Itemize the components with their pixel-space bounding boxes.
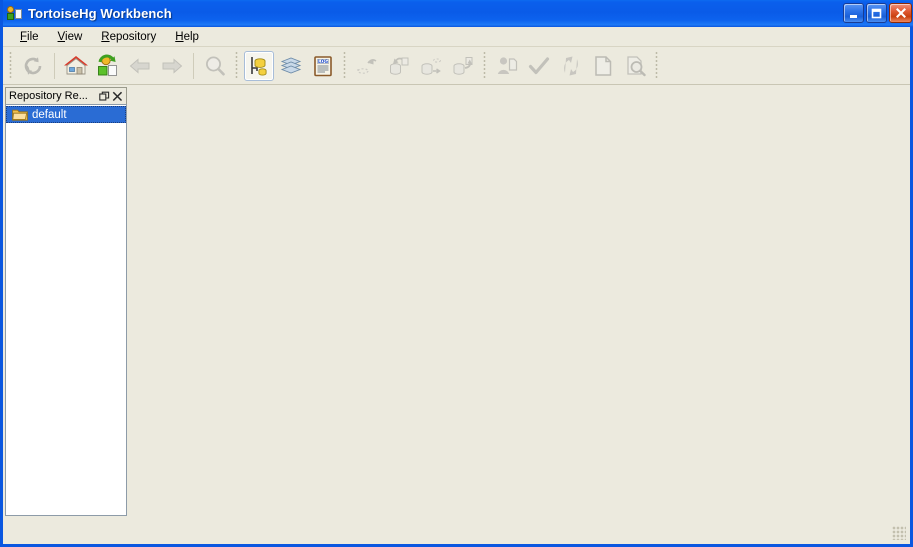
close-panel-button[interactable] [111,90,124,103]
refresh-button[interactable] [18,51,48,81]
close-icon [895,8,906,18]
arrow-left-icon [129,57,150,74]
toolbar-grip-synchronize[interactable] [341,51,349,80]
push-icon [453,56,473,75]
tool-bar: LOG [3,47,910,85]
push-button[interactable] [448,51,478,81]
forward-button[interactable] [157,51,187,81]
search-button[interactable] [620,51,650,81]
repository-registry-panel: Repository Re... default [5,87,127,516]
show-output-log-button[interactable]: LOG [308,51,338,81]
workspace-area [127,87,910,516]
clone-repository-button[interactable] [93,51,123,81]
output-log-icon: LOG [314,55,332,76]
toolbar-grip-navigation[interactable] [7,51,15,80]
commit-user-icon [497,56,518,74]
pull-icon [390,57,409,75]
check-icon [528,56,550,74]
maximize-button[interactable] [866,3,887,23]
verify-button[interactable] [524,51,554,81]
show-graph-button[interactable] [244,50,274,81]
back-button[interactable] [125,51,155,81]
float-icon [99,91,110,101]
application-window: TortoiseHg Workbench File View Repositor… [0,0,913,547]
home-icon [64,55,88,74]
magnifier-icon [206,56,225,75]
close-icon [112,91,123,101]
search-file-icon [627,55,646,76]
clone-repository-icon [98,54,117,76]
status-bar [6,523,907,541]
menu-help[interactable]: Help [166,28,209,46]
filelist-icon [280,57,302,73]
pull-button[interactable] [384,51,414,81]
menu-accel: V [57,30,66,43]
tree-item-default[interactable]: default [6,106,126,123]
menu-accel: R [101,30,110,43]
update-arrows-icon [564,56,578,75]
outgoing-icon [421,57,442,75]
toolbar-grip-repository-actions[interactable] [481,51,489,80]
repository-registry-title-bar: Repository Re... [5,87,127,104]
svg-text:LOG: LOG [318,59,328,65]
menu-label-rest: elp [183,30,199,43]
update-button[interactable] [556,51,586,81]
repository-registry-title: Repository Re... [9,89,88,102]
arrow-right-icon [162,57,183,74]
menu-file[interactable]: File [11,28,49,46]
title-bar: TortoiseHg Workbench [3,0,913,27]
folder-icon [12,108,28,121]
refresh-icon [24,56,42,75]
shelve-button[interactable] [588,51,618,81]
home-button[interactable] [61,51,91,81]
filter-button[interactable] [200,51,230,81]
revision-graph-icon [251,56,267,76]
menu-label-rest: epository [109,30,157,43]
incoming-button[interactable] [352,51,382,81]
toolbar-separator-1 [54,52,55,79]
tortoisehg-icon [7,6,23,22]
tree-item-label: default [32,108,67,121]
commit-button[interactable] [492,51,522,81]
float-button[interactable] [98,90,111,103]
incoming-icon [357,58,377,74]
menu-repository[interactable]: Repository [92,28,166,46]
caption-buttons [843,3,912,23]
toolbar-separator-2 [193,52,194,79]
menu-view[interactable]: View [49,28,93,46]
minimize-icon [850,14,857,18]
menu-accel: F [20,30,28,43]
menu-label-rest: ile [27,30,39,43]
toolbar-grip-view-panes[interactable] [233,51,241,80]
minimize-button[interactable] [843,3,864,23]
menu-accel: H [175,30,184,43]
toolbar-grip-end[interactable] [653,51,661,80]
main-content: Repository Re... default [3,85,910,518]
show-filelist-button[interactable] [276,51,306,81]
maximize-icon [871,8,882,18]
menu-bar: File View Repository Help [3,27,910,47]
document-icon [595,55,612,76]
window-title: TortoiseHg Workbench [28,6,172,21]
outgoing-button[interactable] [416,51,446,81]
menu-label-rest: iew [65,30,83,43]
repository-tree[interactable]: default [5,104,127,516]
close-button[interactable] [889,3,912,23]
resize-grip-icon[interactable] [892,526,906,540]
